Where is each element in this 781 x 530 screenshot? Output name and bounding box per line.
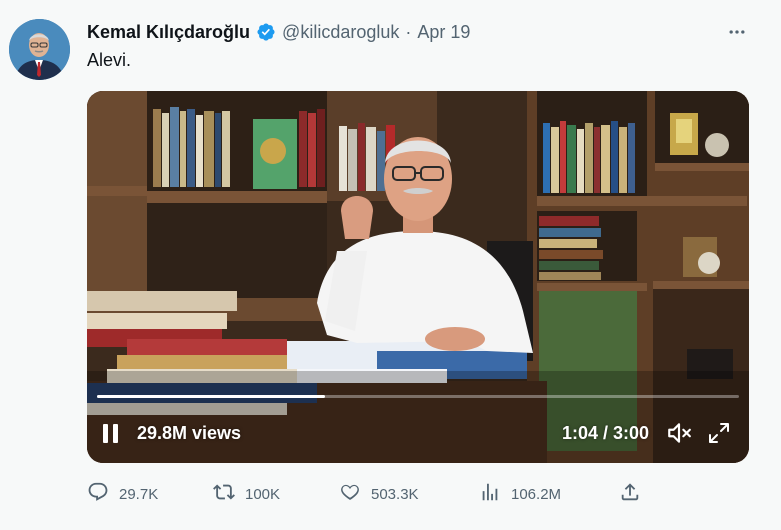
video-controls: 29.8M views 1:04 / 3:00 — [87, 413, 749, 453]
tweet-header: Kemal Kılıçdaroğlu @kilicdarogluk · Apr … — [87, 20, 470, 44]
author-name[interactable]: Kemal Kılıçdaroğlu — [87, 22, 250, 43]
header-separator: · — [405, 21, 412, 42]
verified-badge-icon — [256, 22, 276, 42]
author-handle[interactable]: @kilicdarogluk — [282, 22, 399, 43]
tweet-actions: 29.7K 100K 503.3K 106.2M — [87, 480, 647, 508]
reply-button[interactable]: 29.7K — [87, 481, 158, 507]
like-count: 503.3K — [371, 485, 419, 503]
share-icon — [619, 481, 641, 507]
like-button[interactable]: 503.3K — [339, 481, 419, 507]
author-avatar[interactable] — [9, 19, 70, 80]
video-progress-fill — [97, 395, 325, 398]
retweet-icon — [213, 481, 235, 507]
tweet-date[interactable]: Apr 19 — [417, 22, 470, 43]
muted-speaker-icon[interactable] — [665, 419, 693, 447]
heart-icon — [339, 481, 361, 507]
reply-count: 29.7K — [119, 485, 159, 503]
share-button[interactable] — [619, 481, 641, 507]
pause-icon[interactable] — [103, 420, 125, 446]
avatar-image — [9, 19, 70, 80]
views-count: 106.2M — [511, 485, 562, 503]
analytics-icon — [479, 481, 501, 507]
video-progress-bar[interactable] — [97, 395, 739, 398]
video-frame — [87, 91, 749, 463]
tweet-card[interactable]: Kemal Kılıçdaroğlu @kilicdarogluk · Apr … — [0, 0, 781, 530]
video-views-count: 29.8M views — [137, 422, 242, 443]
tweet-text: Alevi. — [87, 50, 132, 70]
reply-icon — [87, 481, 109, 507]
video-player[interactable]: 29.8M views 1:04 / 3:00 — [87, 91, 749, 463]
retweet-count: 100K — [245, 485, 281, 503]
video-time: 1:04 / 3:00 — [561, 422, 649, 443]
more-icon[interactable] — [725, 20, 749, 44]
fullscreen-icon[interactable] — [705, 419, 733, 447]
views-button[interactable]: 106.2M — [479, 481, 561, 507]
retweet-button[interactable]: 100K — [213, 481, 280, 507]
